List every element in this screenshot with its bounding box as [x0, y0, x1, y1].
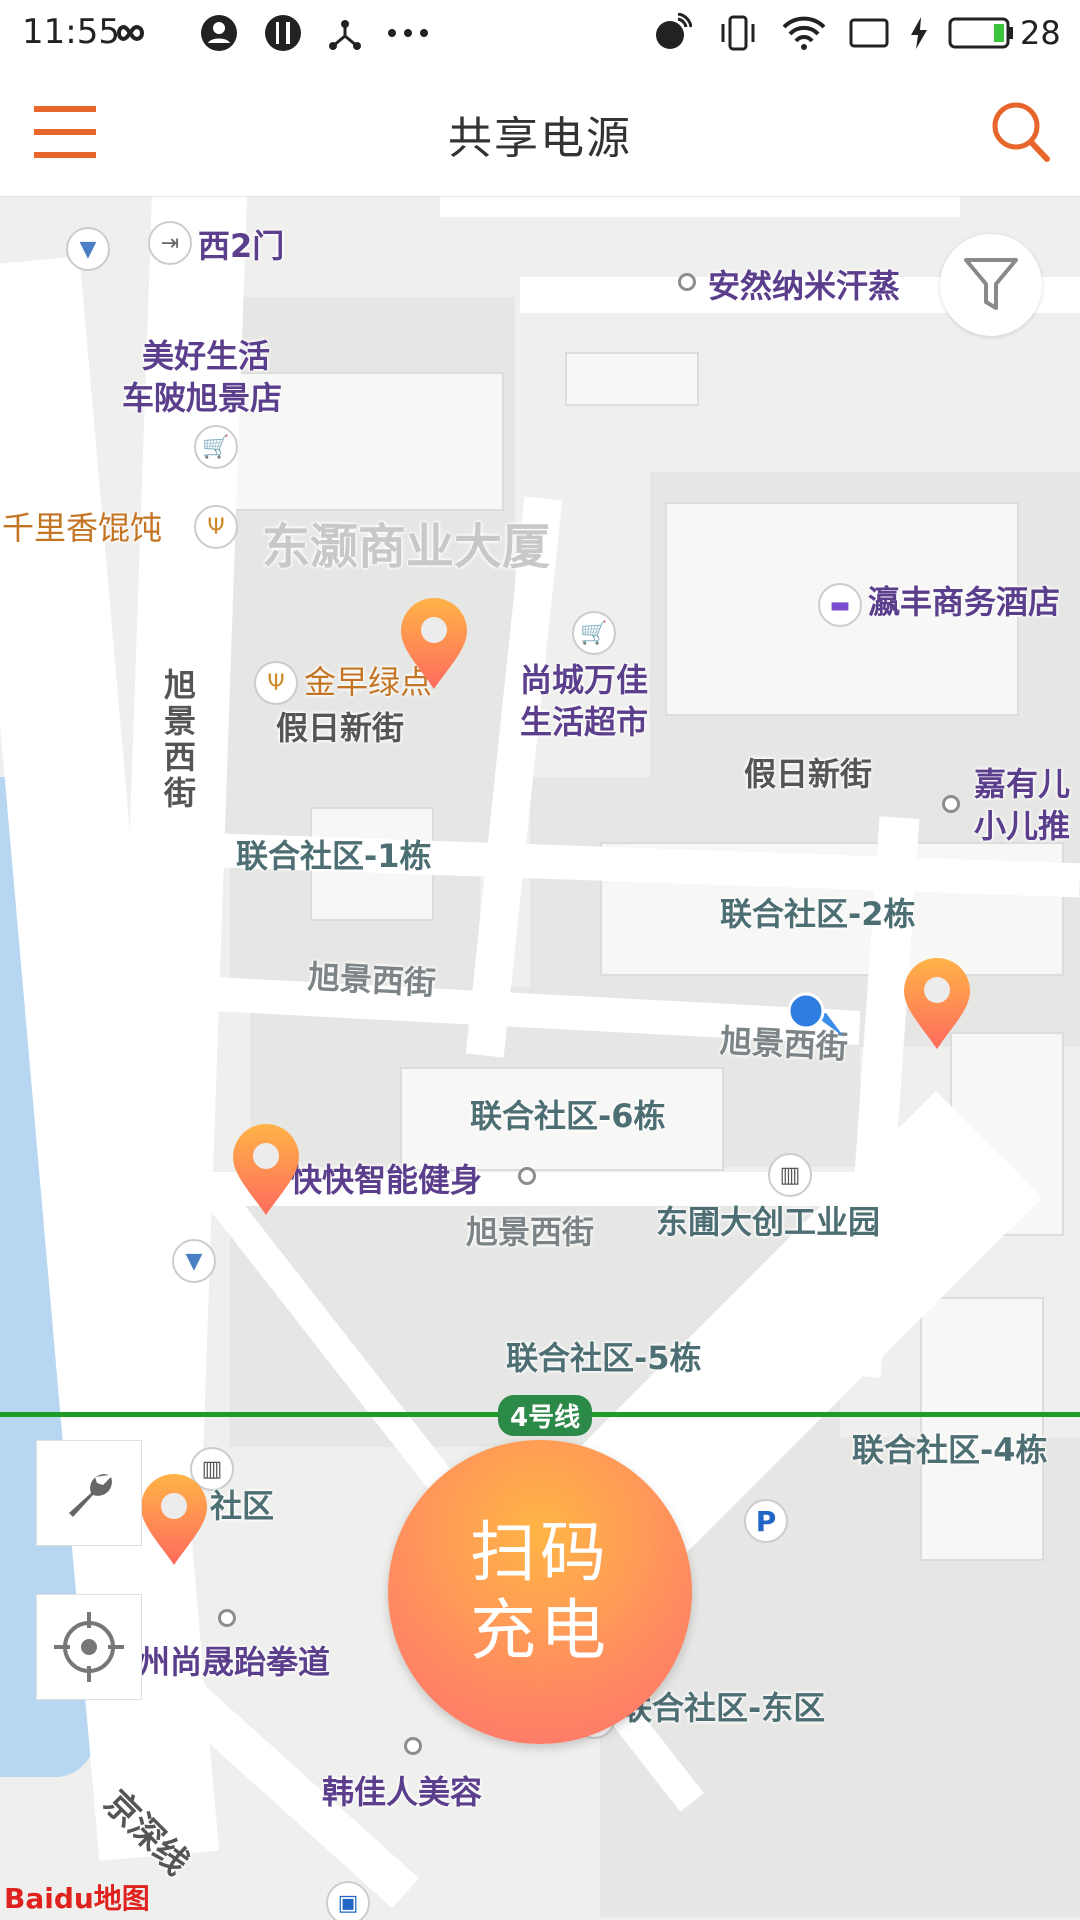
map-label-xujing-vertical: 旭景西街	[164, 666, 197, 812]
shopping-cart-icon[interactable]: 🛒	[572, 611, 616, 655]
poi-dot[interactable]	[678, 273, 696, 291]
more-icon	[386, 14, 430, 52]
gate-icon[interactable]: ⇥	[148, 221, 192, 265]
map-label-meihao: 美好生活	[142, 337, 271, 375]
bus-icon[interactable]: ▣	[326, 1881, 370, 1920]
status-time: 11:55	[22, 12, 120, 52]
filter-button[interactable]	[940, 234, 1042, 336]
map-label-xujing-street-1: 旭景西街	[306, 957, 437, 1003]
poi-dot[interactable]	[404, 1737, 422, 1755]
shopping-cart-icon[interactable]: 🛒	[194, 425, 238, 469]
map-label-dongpu: 东圃大创工业园	[656, 1203, 881, 1241]
map-label-shangcheng: 尚城万佳	[520, 661, 649, 699]
camera-icon[interactable]: ▼	[172, 1239, 216, 1283]
filter-icon	[964, 258, 1018, 310]
poi-dot[interactable]	[942, 795, 960, 813]
map-label-yingfeng: 瀛丰商务酒店	[868, 583, 1061, 621]
map-label-hanjia: 韩佳人美容	[322, 1773, 483, 1811]
poi-dot[interactable]	[518, 1167, 536, 1185]
map-label-lianhe-5: 联合社区-5栋	[506, 1339, 702, 1377]
vibrate-icon	[718, 14, 758, 52]
charging-station-pin[interactable]	[399, 597, 469, 691]
map-label-taekwondo: 州尚晟跆拳道	[138, 1643, 331, 1681]
baidu-map-logo: Baidu地图	[4, 1882, 150, 1915]
map-label-donghao: 东灏商业大厦	[262, 519, 551, 575]
map-label-kuaikuai: 快快智能健身	[290, 1161, 483, 1199]
charging-station-pin[interactable]	[139, 1473, 209, 1567]
map-label-jiayou: 嘉有儿	[974, 765, 1071, 803]
map-label-qianli: 千里香馄饨	[2, 509, 163, 547]
locate-button[interactable]	[36, 1594, 142, 1700]
screen-icon	[848, 14, 890, 52]
call-icon	[652, 13, 692, 52]
scan-to-charge-button[interactable]: 扫码 充电	[388, 1440, 692, 1744]
map-label-lianhe-2: 联合社区-2栋	[720, 895, 916, 933]
map-label-lianhe-6: 联合社区-6栋	[470, 1097, 666, 1135]
parking-icon[interactable]: P	[744, 1499, 788, 1543]
tools-button[interactable]	[36, 1440, 142, 1546]
infinity-icon	[108, 14, 152, 52]
charging-icon	[908, 14, 930, 52]
app-header: 共享电源	[0, 66, 1080, 197]
wifi-icon	[782, 14, 826, 52]
camera-icon[interactable]: ▼	[66, 227, 110, 271]
status-bar: 11:55 28	[0, 0, 1080, 66]
map-label-meihao-branch: 车陂旭景店	[122, 379, 283, 417]
wrench-icon	[69, 1474, 112, 1517]
map-label-shequ: 社区	[210, 1487, 275, 1525]
battery-icon	[948, 14, 1014, 52]
scan-button-label-line2: 充电	[470, 1592, 610, 1669]
search-icon	[992, 102, 1050, 162]
map-label-west-gate: 西2门	[198, 227, 285, 265]
charging-station-pin[interactable]	[902, 957, 972, 1051]
restaurant-icon	[264, 14, 302, 52]
locate-icon	[54, 1612, 124, 1682]
scan-button-label-line1: 扫码	[470, 1514, 610, 1591]
search-button[interactable]	[990, 100, 1052, 164]
map-label-jiayou-tuina: 小儿推	[974, 807, 1071, 845]
account-icon	[200, 14, 238, 52]
map-label-lianhe-4: 联合社区-4栋	[852, 1431, 1048, 1469]
battery-percent: 28	[1020, 14, 1061, 52]
restaurant-poi-icon[interactable]: Ψ	[254, 661, 298, 705]
network-icon	[326, 14, 364, 52]
map-label-jiari-street: 假日新街	[276, 709, 405, 747]
poi-dot[interactable]	[218, 1609, 236, 1627]
map-label-jiari-street-east: 假日新街	[744, 755, 873, 793]
map-building	[565, 352, 699, 406]
map-road	[440, 197, 960, 217]
map-label-xujing-street-3: 旭景西街	[466, 1213, 595, 1251]
map-label-anran: 安然纳米汗蒸	[708, 267, 901, 305]
charging-station-pin[interactable]	[231, 1123, 301, 1217]
page-title: 共享电源	[448, 113, 632, 164]
map-label-lianhe-1: 联合社区-1栋	[236, 837, 432, 875]
map-label-shangcheng-market: 生活超市	[520, 703, 649, 741]
restaurant-poi-icon[interactable]: Ψ	[194, 505, 238, 549]
building-icon[interactable]: ▥	[768, 1153, 812, 1197]
current-location-marker	[786, 991, 846, 1041]
hotel-icon[interactable]: ▬	[818, 583, 862, 627]
metro-line-badge: 4号线	[498, 1395, 593, 1436]
